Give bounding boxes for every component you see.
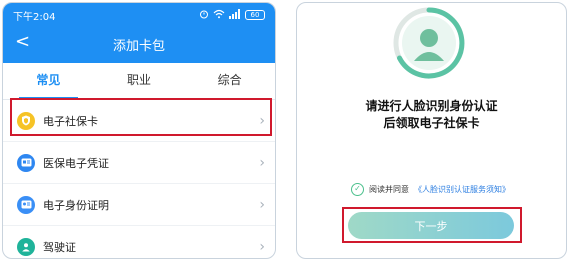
- list-item-label: 医保电子凭证: [43, 156, 109, 170]
- tab-general[interactable]: 综合: [184, 63, 275, 99]
- agreement-row[interactable]: ✓ 阅读并同意 《人脸识别认证服务须知》: [351, 180, 510, 198]
- list-item-label: 电子社保卡: [43, 114, 98, 128]
- active-tab-indicator: [19, 97, 78, 99]
- checkmark-icon[interactable]: ✓: [351, 182, 364, 196]
- page-title: 添加卡包: [112, 39, 165, 54]
- list-item-electronic-id[interactable]: 电子身份证明 ›: [3, 184, 275, 226]
- tab-label: 常见: [36, 73, 61, 87]
- status-time: 下午2:04: [13, 12, 56, 23]
- alarm-icon: [199, 9, 209, 22]
- id-card-icon: [17, 195, 35, 214]
- chevron-right-icon: ›: [259, 154, 265, 171]
- agreement-prefix: 阅读并同意: [369, 184, 409, 194]
- left-phone-screen: 下午2:04 60 < 添加卡包 常见 职业 综合 电子社保卡 › 医保电子凭证…: [2, 2, 276, 259]
- chevron-right-icon: ›: [259, 196, 265, 213]
- medical-card-icon: [17, 153, 35, 172]
- face-verification-prompt: 请进行人脸识别身份认证 后领取电子社保卡: [297, 98, 566, 132]
- wifi-icon: [213, 9, 225, 22]
- list-item-driver-license[interactable]: 驾驶证 ›: [3, 226, 275, 258]
- next-button[interactable]: 下一步: [348, 212, 514, 239]
- prompt-line-1: 请进行人脸识别身份认证: [365, 99, 498, 113]
- app-header: 下午2:04 60 < 添加卡包: [3, 3, 275, 63]
- right-phone-screen: 请进行人脸识别身份认证 后领取电子社保卡 ✓ 阅读并同意 《人脸识别认证服务须知…: [296, 2, 567, 259]
- prompt-line-2: 后领取电子社保卡: [383, 116, 480, 130]
- signal-icon: [229, 8, 241, 22]
- status-icons: 60: [199, 7, 265, 23]
- list-item-social-security-card[interactable]: 电子社保卡 ›: [3, 100, 275, 142]
- nav-bar: < 添加卡包: [3, 29, 275, 59]
- battery-icon: 60: [245, 10, 265, 20]
- card-list: 电子社保卡 › 医保电子凭证 › 电子身份证明 › 驾驶证 ›: [3, 100, 275, 258]
- chevron-right-icon: ›: [259, 112, 265, 129]
- tab-common[interactable]: 常见: [3, 63, 94, 99]
- tab-bar: 常见 职业 综合: [3, 63, 275, 100]
- agreement-link[interactable]: 《人脸识别认证服务须知》: [414, 184, 510, 195]
- tab-career[interactable]: 职业: [94, 63, 185, 99]
- status-bar: 下午2:04 60: [13, 7, 265, 23]
- face-recognition-icon: [393, 7, 465, 79]
- list-item-medical-insurance[interactable]: 医保电子凭证 ›: [3, 142, 275, 184]
- tab-label: 职业: [127, 73, 152, 87]
- list-item-label: 电子身份证明: [43, 198, 109, 212]
- chevron-right-icon: ›: [259, 238, 265, 255]
- shield-card-icon: [17, 111, 35, 130]
- driver-license-icon: [17, 237, 35, 256]
- list-item-label: 驾驶证: [43, 240, 76, 254]
- tab-label: 综合: [217, 73, 242, 87]
